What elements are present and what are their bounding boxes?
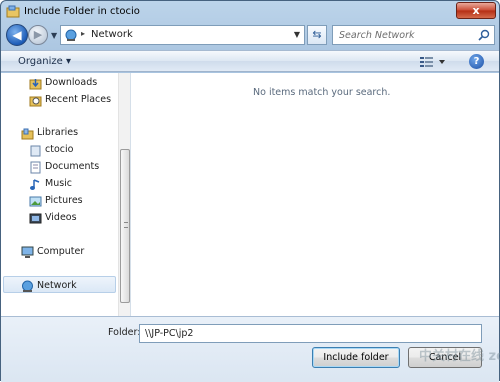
nav-item-label: Documents: [45, 161, 100, 172]
network-icon: [65, 29, 77, 41]
network-icon: [22, 280, 33, 292]
command-bar: Organize ▾ ?: [1, 50, 499, 72]
folder-input-value: \\JP-PC\jp2: [145, 328, 194, 339]
address-row: ◀ ▶ ▼ ▸ Network ▼ ⇆ Search Network: [1, 23, 499, 49]
nav-item-label: Downloads: [45, 77, 98, 88]
library-icon: [30, 145, 41, 157]
change-view-icon[interactable]: [419, 55, 447, 68]
folder-library-icon: [6, 5, 20, 18]
scroll-thumb[interactable]: [120, 149, 130, 303]
nav-scrollbar[interactable]: [118, 73, 130, 316]
search-icon[interactable]: [478, 29, 490, 41]
refresh-button[interactable]: ⇆: [307, 25, 327, 45]
nav-item-label: Recent Places: [45, 94, 112, 105]
nav-item-label: Network: [37, 280, 77, 291]
breadcrumb-separator[interactable]: ▸: [81, 29, 85, 38]
content-area: Downloads Recent Places Libraries ctocio…: [1, 73, 499, 316]
forward-button[interactable]: ▶: [28, 25, 48, 45]
videos-icon: [29, 213, 42, 224]
nav-item-label: ctocio: [45, 144, 74, 155]
nav-item-label: Pictures: [45, 195, 83, 206]
address-bar[interactable]: ▸ Network ▼: [60, 25, 305, 45]
help-button[interactable]: ?: [469, 54, 484, 69]
documents-icon: [30, 161, 41, 174]
folder-input[interactable]: \\JP-PC\jp2: [139, 324, 482, 343]
music-icon: [30, 179, 40, 190]
recent-places-icon: [29, 96, 42, 107]
address-dropdown-icon[interactable]: ▼: [294, 30, 300, 39]
nav-item-label: Music: [45, 178, 73, 189]
nav-item-label: Libraries: [37, 127, 79, 138]
title-bar: Include Folder in ctocio x: [1, 1, 499, 23]
recent-pages-dropdown-icon[interactable]: ▼: [51, 31, 57, 40]
breadcrumb-location[interactable]: Network: [91, 29, 133, 40]
nav-item-label: Videos: [45, 212, 77, 223]
organize-menu[interactable]: Organize ▾: [18, 56, 71, 67]
grip-icon: [124, 222, 128, 228]
computer-icon: [21, 246, 34, 258]
pictures-icon: [29, 196, 42, 207]
downloads-icon: [29, 79, 42, 90]
search-input[interactable]: Search Network: [332, 25, 495, 45]
search-placeholder: Search Network: [339, 30, 415, 41]
window-title: Include Folder in ctocio: [24, 6, 140, 17]
dialog-window: Include Folder in ctocio x ◀ ▶ ▼ ▸ Netwo…: [0, 0, 500, 382]
navigation-pane: Downloads Recent Places Libraries ctocio…: [1, 73, 131, 316]
watermark: 中关村在线 zol.com.cn: [419, 349, 500, 364]
back-button[interactable]: ◀: [6, 24, 28, 46]
folder-label: Folder:: [108, 327, 141, 338]
empty-results-message: No items match your search.: [253, 87, 391, 98]
include-folder-button[interactable]: Include folder: [312, 347, 400, 368]
close-button[interactable]: x: [456, 2, 496, 19]
footer-panel: Folder: \\JP-PC\jp2 Include folder Cance…: [1, 316, 500, 382]
libraries-icon: [21, 128, 34, 140]
nav-item-label: Computer: [37, 246, 85, 257]
